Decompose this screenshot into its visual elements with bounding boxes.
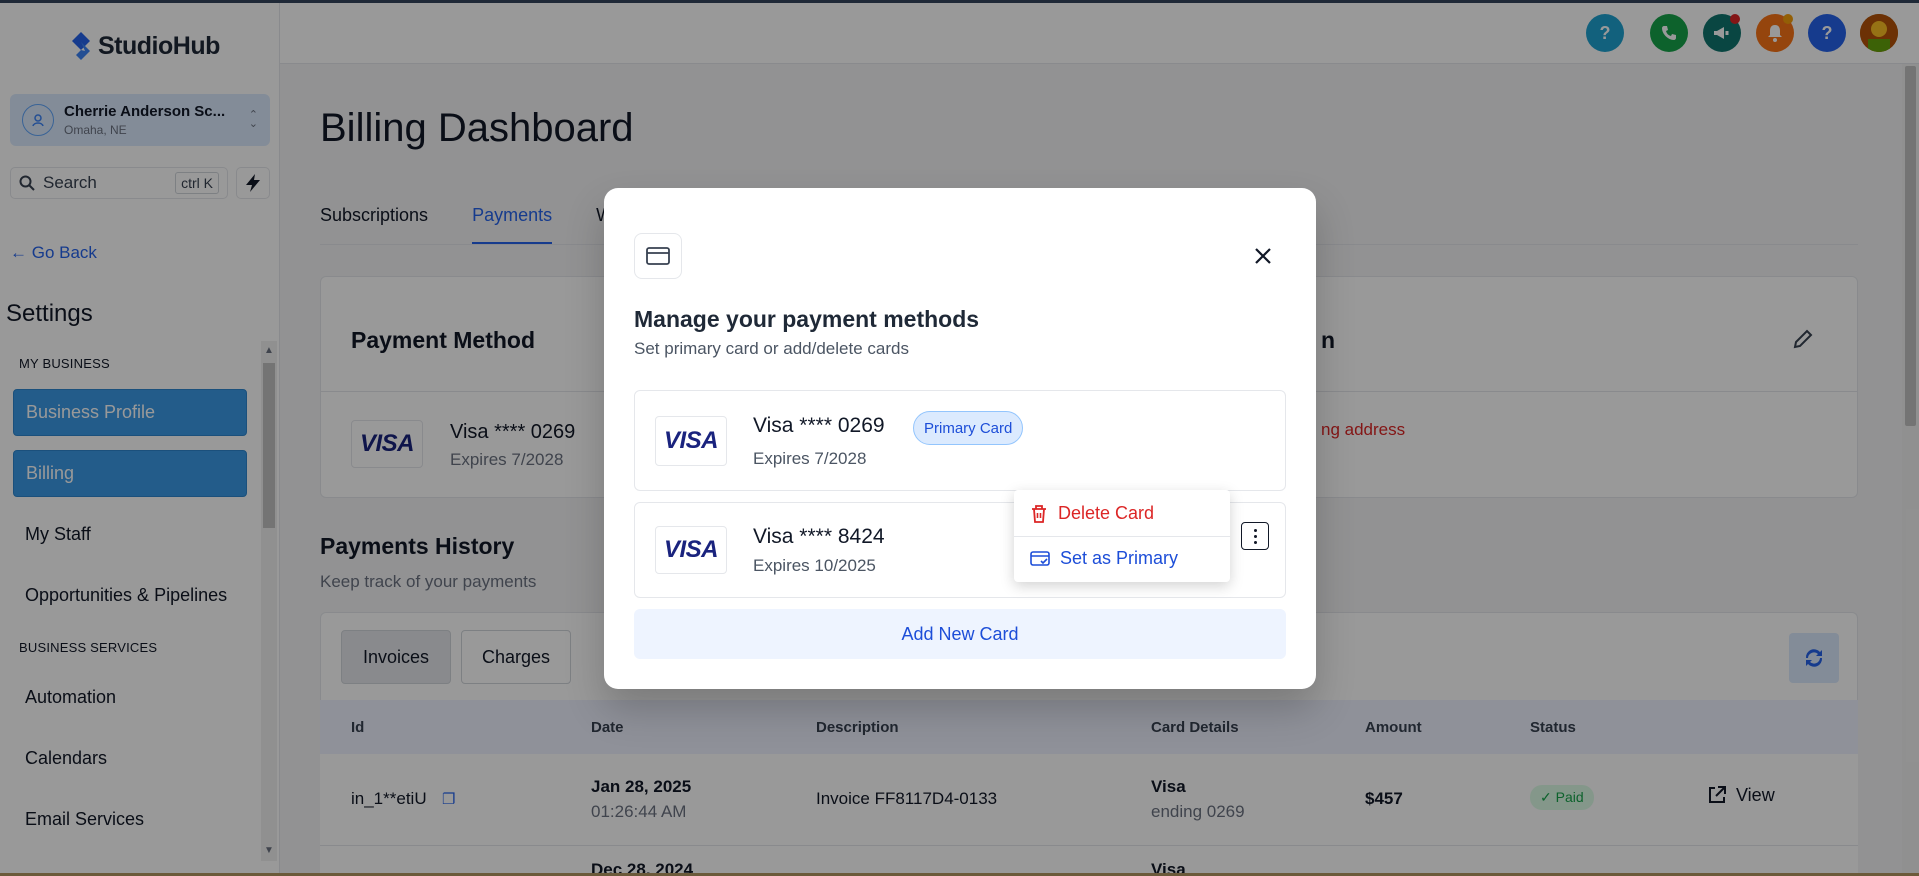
card-options-button[interactable] — [1241, 522, 1269, 550]
card-check-icon — [1030, 550, 1050, 566]
add-new-card-button[interactable]: Add New Card — [634, 609, 1286, 659]
credit-card-icon — [634, 233, 682, 279]
trash-icon — [1032, 504, 1046, 523]
payment-methods-modal: Manage your payment methods Set primary … — [604, 188, 1316, 689]
delete-card-label: Delete Card — [1058, 503, 1155, 523]
kebab-dot — [1253, 540, 1257, 544]
kebab-dot — [1253, 534, 1257, 538]
delete-card-menu-item[interactable]: Delete Card — [1030, 503, 1154, 524]
set-primary-label: Set as Primary — [1060, 548, 1179, 568]
menu-divider — [1014, 536, 1230, 537]
kebab-dot — [1253, 528, 1257, 532]
modal-subtitle: Set primary card or add/delete cards — [634, 339, 909, 358]
card-name: Visa **** 8424 — [753, 525, 885, 548]
card-expiry: Expires 10/2025 — [753, 556, 876, 575]
payment-card-item[interactable]: VISA Visa **** 0269 Expires 7/2028 Prima… — [634, 390, 1286, 491]
set-primary-menu-item[interactable]: Set as Primary — [1030, 548, 1178, 569]
card-expiry: Expires 7/2028 — [753, 449, 867, 468]
primary-card-badge: Primary Card — [913, 411, 1024, 445]
visa-logo-icon: VISA — [655, 526, 727, 574]
close-icon — [1255, 248, 1271, 264]
window-top-edge — [0, 0, 1919, 3]
modal-title: Manage your payment methods — [634, 306, 980, 332]
visa-logo-icon: VISA — [655, 416, 727, 466]
close-modal-button[interactable] — [1249, 242, 1277, 270]
card-name: Visa **** 0269 — [753, 414, 885, 437]
card-options-menu: Delete Card Set as Primary — [1014, 490, 1230, 582]
